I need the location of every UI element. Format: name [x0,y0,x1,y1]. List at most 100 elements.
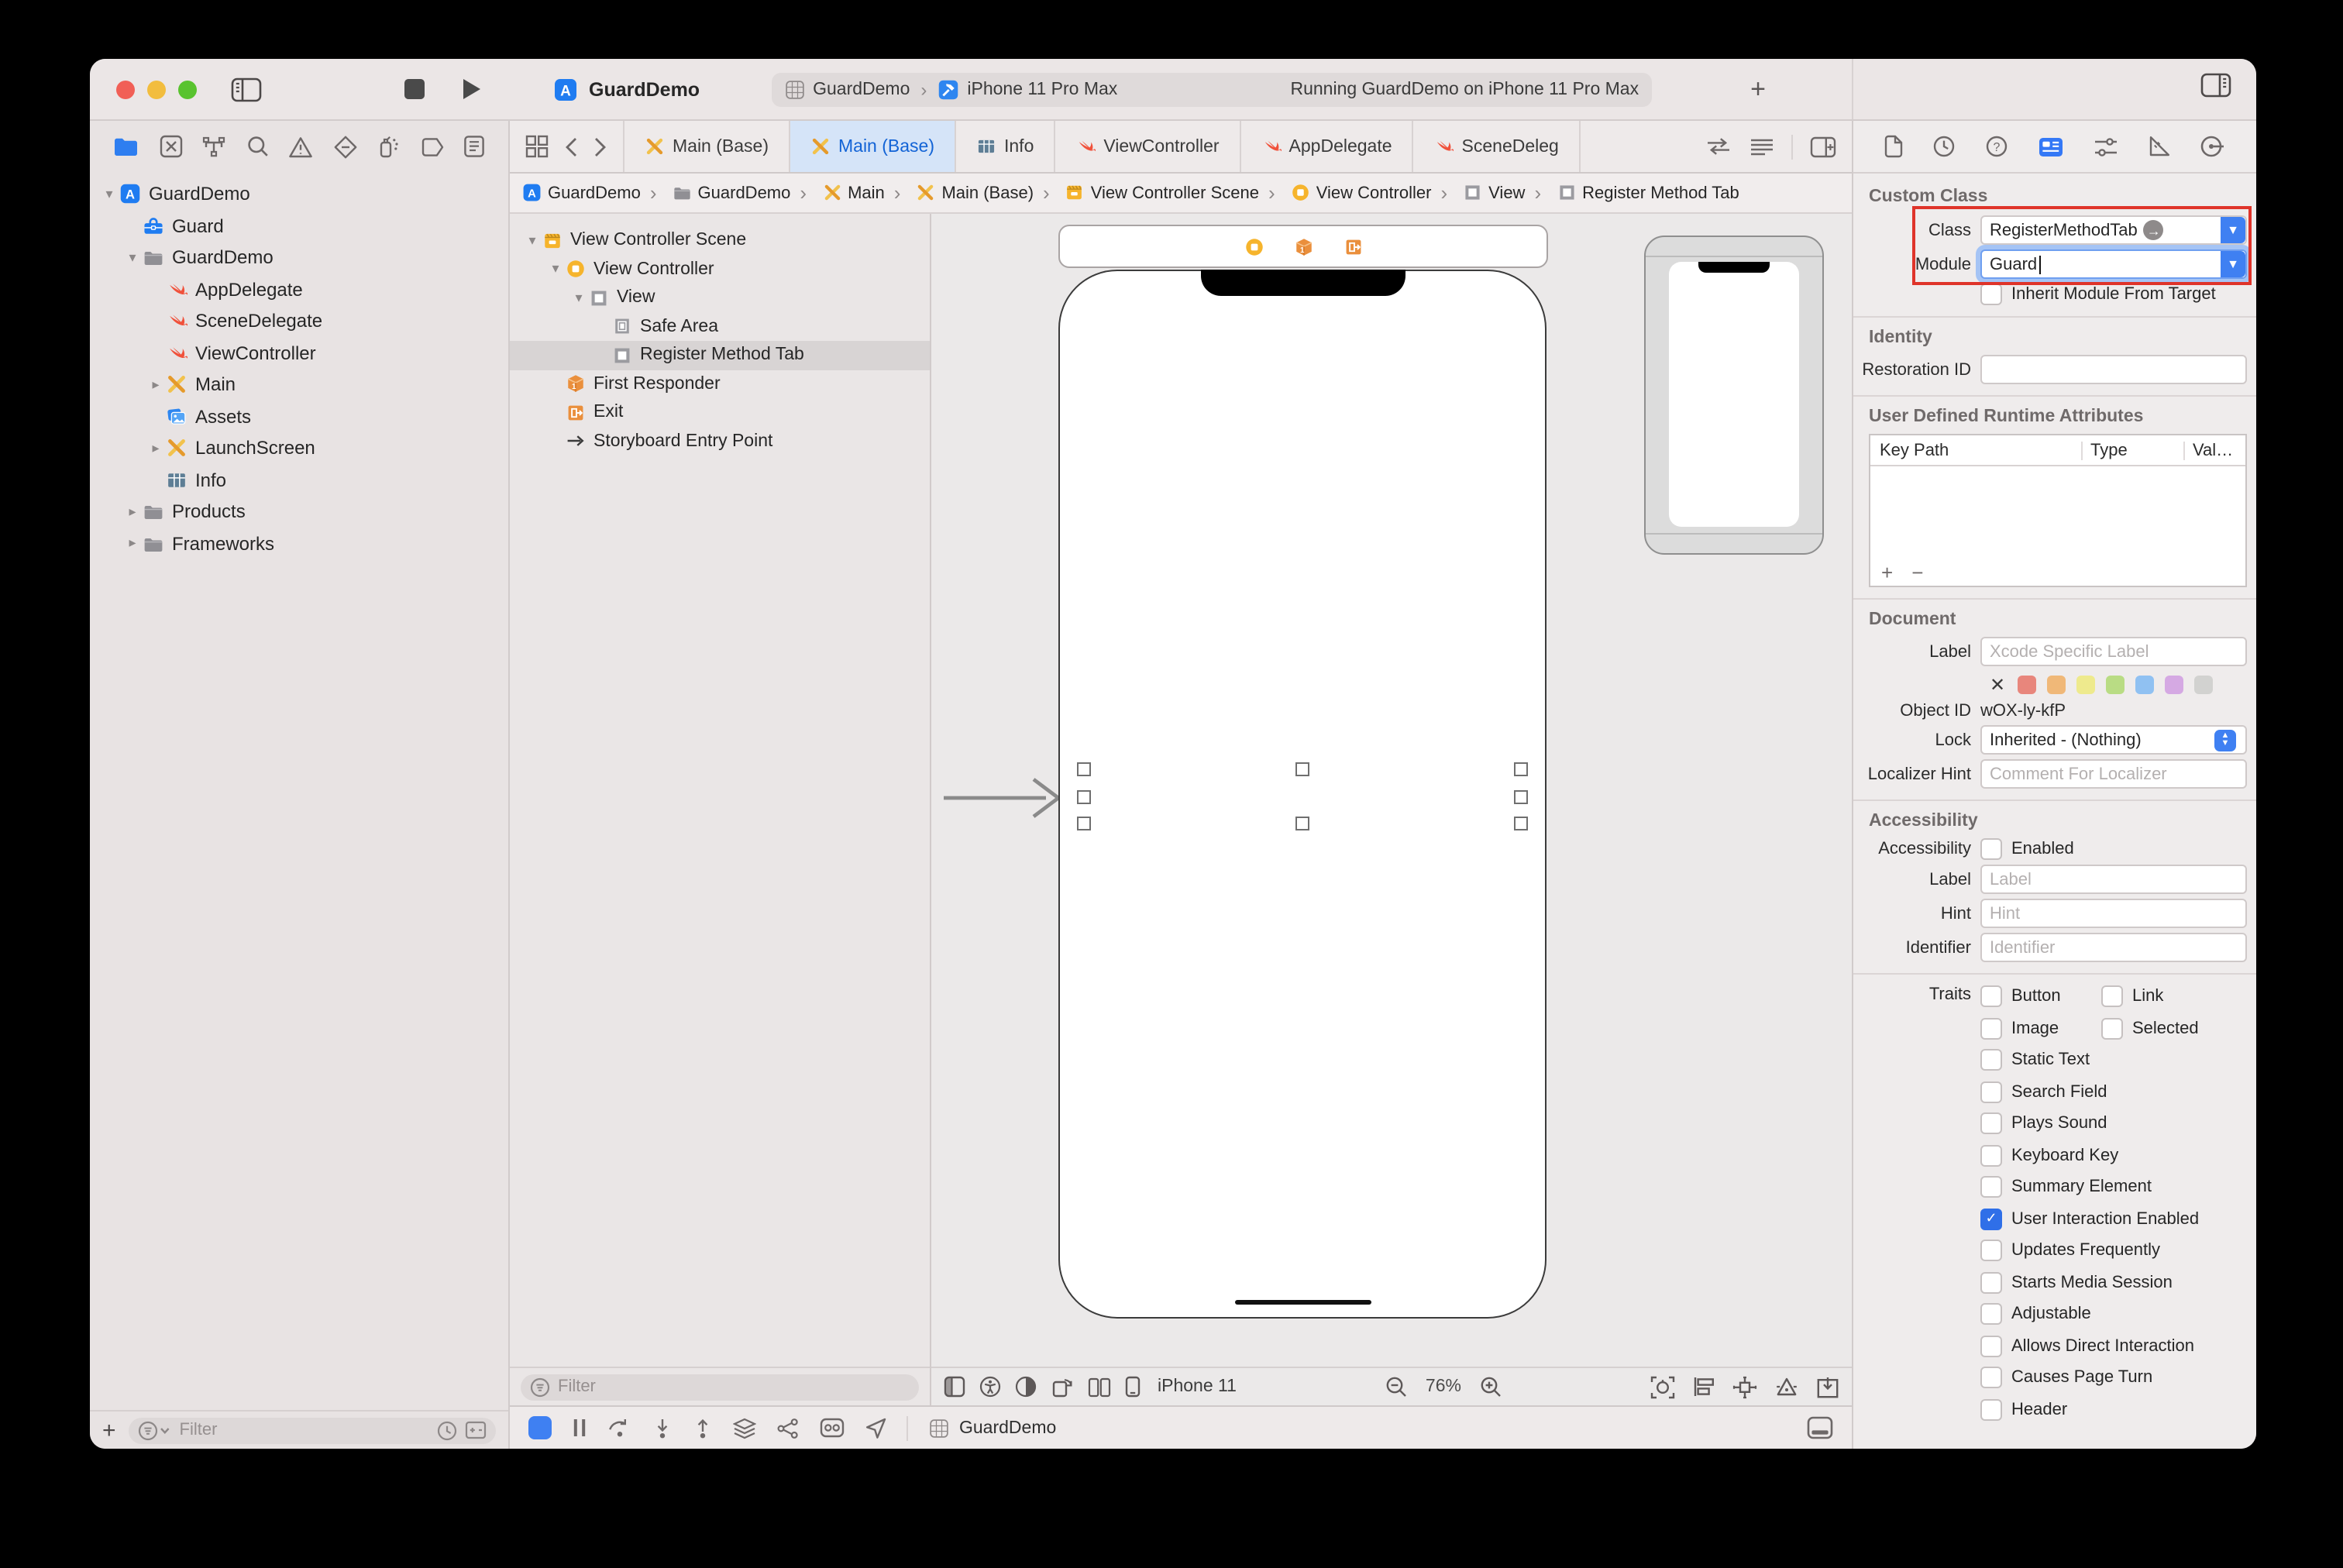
navigator-row[interactable]: Guard [90,210,508,242]
localizer-hint-field[interactable]: Comment For Localizer [1980,759,2247,789]
memory-graph-icon[interactable] [776,1417,800,1439]
close-window-button[interactable] [116,80,135,98]
add-editor-icon[interactable] [1810,136,1836,157]
remove-attribute-button[interactable]: − [1911,560,1923,583]
device-name[interactable]: iPhone 11 [1158,1377,1237,1396]
zoom-out-icon[interactable] [1385,1376,1407,1398]
embed-icon[interactable] [1816,1375,1839,1398]
breakpoints-toggle-button[interactable] [528,1416,552,1439]
accessibility-identifier-field[interactable]: Identifier [1980,933,2247,962]
quick-help-inspector-tab[interactable]: ? [1985,135,2008,158]
outline-row[interactable]: Exit [510,398,930,427]
breadcrumb-item[interactable]: View [1431,181,1525,205]
iphone-canvas-frame[interactable] [1058,270,1547,1319]
trait-checkbox[interactable] [1980,985,2002,1007]
add-attribute-button[interactable]: + [1881,560,1893,583]
connections-inspector-tab[interactable] [2200,135,2225,158]
color-swatch[interactable] [2106,676,2125,694]
size-inspector-tab[interactable] [2148,135,2171,158]
navigator-row[interactable]: SceneDelegate [90,305,508,337]
scheme-name[interactable]: GuardDemo [813,80,910,98]
breadcrumb-item[interactable]: View Controller Scene [1034,181,1259,205]
selection-handle-top-left[interactable] [1077,762,1090,775]
disclosure-triangle-icon[interactable] [122,504,143,521]
view-controller-icon[interactable] [1244,236,1264,256]
outline-row[interactable]: Register Method Tab [510,341,930,370]
add-tab-button[interactable]: + [1750,74,1766,105]
update-frames-icon[interactable] [1650,1375,1675,1398]
editor-tab[interactable]: SceneDeleg [1414,121,1581,172]
debug-navigator-tab[interactable] [377,134,400,159]
align-icon[interactable] [1692,1376,1715,1398]
outline-row[interactable]: Storyboard Entry Point [510,427,930,456]
navigator-filter-field[interactable]: Filter [128,1417,496,1443]
selection-handle-middle-right[interactable] [1514,790,1527,803]
navigator-row[interactable]: AppDelegate [90,273,508,305]
navigator-row[interactable]: Frameworks [90,528,508,559]
disclosure-triangle-icon[interactable] [99,186,119,203]
file-inspector-tab[interactable] [1884,135,1903,158]
module-field[interactable]: Guard ▼ [1980,249,2247,279]
breadcrumb-item[interactable]: GuardDemo [641,181,790,205]
outline-row[interactable]: View Controller Scene [510,226,930,255]
selection-handle-bottom-right[interactable] [1514,817,1527,830]
issue-navigator-tab[interactable] [288,136,313,157]
related-items-icon[interactable] [525,135,549,158]
pause-execution-icon[interactable] [572,1418,587,1438]
zoom-in-icon[interactable] [1480,1376,1502,1398]
source-control-navigator-tab[interactable] [159,135,182,158]
accessibility-label-field[interactable]: Label [1980,865,2247,894]
color-swatch[interactable] [2165,676,2184,694]
environment-overrides-icon[interactable] [820,1418,845,1438]
selection-handle-top-right[interactable] [1514,762,1527,775]
simulate-location-icon[interactable] [865,1417,886,1439]
editor-tab[interactable]: Info [956,121,1056,172]
trait-checkbox[interactable] [1980,1271,2002,1293]
navigator-row[interactable]: Main [90,369,508,401]
trait-checkbox[interactable] [1980,1017,2002,1039]
breadcrumb-item[interactable]: View Controller [1259,181,1431,205]
color-swatch[interactable] [2076,676,2096,694]
minimize-window-button[interactable] [147,80,166,98]
stop-button[interactable] [404,79,425,99]
storyboard-entry-point-arrow[interactable] [944,776,1065,820]
selection-handle-bottom-left[interactable] [1077,817,1090,830]
class-dropdown-icon[interactable]: ▼ [2221,217,2245,243]
toggle-debug-area-icon[interactable] [1807,1416,1833,1439]
navigator-row[interactable]: GuardDemo [90,178,508,210]
trait-checkbox[interactable] [1980,1398,2002,1420]
report-navigator-tab[interactable] [463,135,485,158]
editor-tab[interactable]: Main (Base) [624,121,790,172]
navigator-row[interactable]: Info [90,464,508,496]
attributes-inspector-tab[interactable] [2094,136,2118,157]
selection-handle-bottom-center[interactable] [1295,817,1309,830]
trait-checkbox[interactable] [2101,985,2123,1007]
editor-tab[interactable]: ViewController [1055,121,1241,172]
code-review-icon[interactable] [1705,136,1732,156]
outline-row[interactable]: Safe Area [510,312,930,341]
selection-handle-middle-left[interactable] [1077,790,1090,803]
disclosure-triangle-icon[interactable] [122,535,143,552]
outline-row[interactable]: View [510,284,930,312]
project-navigator-tab[interactable] [113,136,139,157]
orientation-icon[interactable] [1051,1376,1074,1398]
exit-icon[interactable] [1343,236,1363,256]
add-constraints-icon[interactable] [1732,1375,1757,1398]
trait-checkbox[interactable] [1980,1335,2002,1357]
go-back-icon[interactable] [564,136,578,157]
trait-checkbox[interactable] [1980,1049,2002,1071]
jump-to-class-icon[interactable]: → [2143,220,2164,240]
add-file-button[interactable]: + [102,1417,116,1443]
editor-tab[interactable]: Main (Base) [790,121,956,172]
editor-tab[interactable]: AppDelegate [1241,121,1414,172]
toggle-inspector-icon[interactable] [2200,73,2231,102]
lock-dropdown[interactable]: Inherited - (Nothing) ▲ ▼ [1980,725,2247,755]
split-view-icon[interactable] [1088,1377,1111,1397]
trait-checkbox[interactable] [1980,1112,2002,1134]
breadcrumb-item[interactable]: Main (Base) [885,181,1034,205]
canvas-area[interactable] [931,214,1852,1367]
trait-checkbox[interactable] [1980,1144,2002,1166]
zoom-level[interactable]: 76% [1426,1377,1461,1396]
find-navigator-tab[interactable] [246,135,269,158]
first-responder-icon[interactable] [1293,236,1313,256]
